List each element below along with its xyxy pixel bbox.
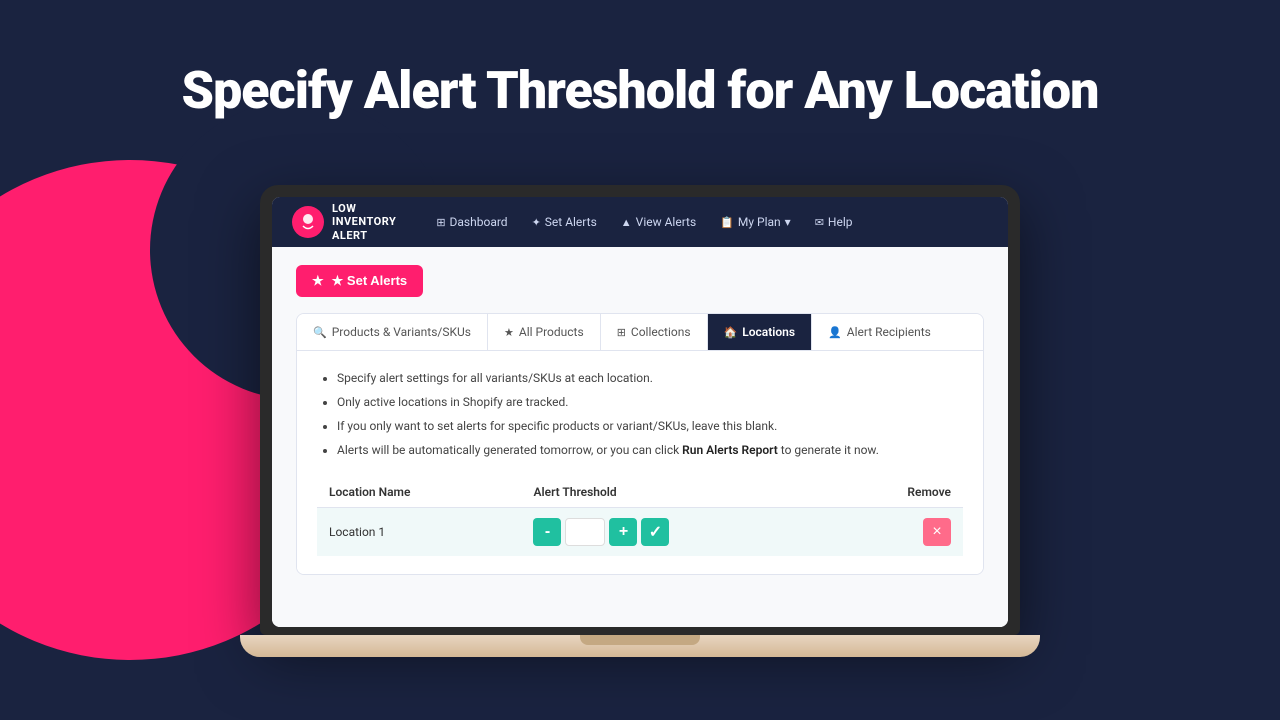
info-item-2: Only active locations in Shopify are tra…	[337, 393, 963, 411]
help-icon: ✉	[815, 216, 824, 229]
remove-cell: ×	[832, 508, 963, 557]
laptop-frame: LOW INVENTORY ALERT ⊞ Dashboard ✦ Set Al…	[260, 185, 1020, 657]
col-location-name: Location Name	[317, 477, 521, 508]
nav-dashboard[interactable]: ⊞ Dashboard	[426, 209, 517, 235]
info-list: Specify alert settings for all variants/…	[317, 369, 963, 459]
tab-user-icon: 👤	[828, 326, 842, 339]
location-name-cell: Location 1	[317, 508, 521, 557]
tab-location-icon: 🏠	[724, 326, 738, 339]
tab-content-locations: Specify alert settings for all variants/…	[297, 351, 983, 574]
app-navbar: LOW INVENTORY ALERT ⊞ Dashboard ✦ Set Al…	[272, 197, 1008, 247]
tab-all-products[interactable]: ★ All Products	[488, 314, 601, 350]
decrement-button[interactable]: -	[533, 518, 561, 546]
nav-set-alerts[interactable]: ✦ Set Alerts	[522, 209, 607, 235]
tab-search-icon: 🔍	[313, 326, 327, 339]
tabs-header: 🔍 Products & Variants/SKUs ★ All Product…	[297, 314, 983, 351]
tab-alert-recipients[interactable]: 👤 Alert Recipients	[812, 314, 947, 350]
table-body: Location 1 - + ✓	[317, 508, 963, 557]
my-plan-icon: 📋	[720, 216, 734, 229]
view-alerts-icon: ▲	[621, 216, 632, 229]
laptop-screen-outer: LOW INVENTORY ALERT ⊞ Dashboard ✦ Set Al…	[260, 185, 1020, 635]
laptop-notch	[580, 635, 700, 645]
remove-button[interactable]: ×	[923, 518, 951, 546]
info-item-1: Specify alert settings for all variants/…	[337, 369, 963, 387]
confirm-button[interactable]: ✓	[641, 518, 669, 546]
table-row: Location 1 - + ✓	[317, 508, 963, 557]
dashboard-icon: ⊞	[436, 216, 445, 229]
set-alerts-star-icon: ★	[312, 273, 324, 289]
set-alerts-button[interactable]: ★ ★ Set Alerts	[296, 265, 423, 297]
tab-star-icon: ★	[504, 326, 514, 339]
info-item-3: If you only want to set alerts for speci…	[337, 417, 963, 435]
app-logo: LOW INVENTORY ALERT	[292, 202, 396, 242]
tab-collections[interactable]: ⊞ Collections	[601, 314, 708, 350]
col-alert-threshold: Alert Threshold	[521, 477, 831, 508]
app-content: ★ ★ Set Alerts 🔍 Products & Variants/SKU…	[272, 247, 1008, 627]
dropdown-arrow-icon: ▾	[785, 215, 791, 229]
logo-icon	[292, 206, 324, 238]
run-alerts-link[interactable]: Run Alerts Report	[682, 443, 778, 457]
threshold-controls: - + ✓	[533, 518, 819, 546]
tab-grid-icon: ⊞	[617, 326, 626, 339]
logo-text: LOW INVENTORY ALERT	[332, 202, 396, 242]
nav-view-alerts[interactable]: ▲ View Alerts	[611, 209, 706, 235]
set-alerts-nav-icon: ✦	[532, 216, 541, 229]
table-header-row: Location Name Alert Threshold Remove	[317, 477, 963, 508]
table-header: Location Name Alert Threshold Remove	[317, 477, 963, 508]
nav-my-plan[interactable]: 📋 My Plan ▾	[710, 209, 801, 235]
threshold-cell: - + ✓	[521, 508, 831, 557]
tabs-container: 🔍 Products & Variants/SKUs ★ All Product…	[296, 313, 984, 575]
increment-button[interactable]: +	[609, 518, 637, 546]
info-item-4: Alerts will be automatically generated t…	[337, 441, 963, 459]
page-heading: Specify Alert Threshold for Any Location	[0, 60, 1280, 121]
tab-products-variants[interactable]: 🔍 Products & Variants/SKUs	[297, 314, 488, 350]
laptop-base	[240, 635, 1040, 657]
locations-table: Location Name Alert Threshold Remove Loc…	[317, 477, 963, 556]
nav-links: ⊞ Dashboard ✦ Set Alerts ▲ View Alerts 📋…	[426, 209, 988, 235]
nav-help[interactable]: ✉ Help	[805, 209, 863, 235]
threshold-input[interactable]	[565, 518, 605, 546]
laptop-screen-inner: LOW INVENTORY ALERT ⊞ Dashboard ✦ Set Al…	[272, 197, 1008, 627]
tab-locations[interactable]: 🏠 Locations	[708, 314, 813, 350]
col-remove: Remove	[832, 477, 963, 508]
